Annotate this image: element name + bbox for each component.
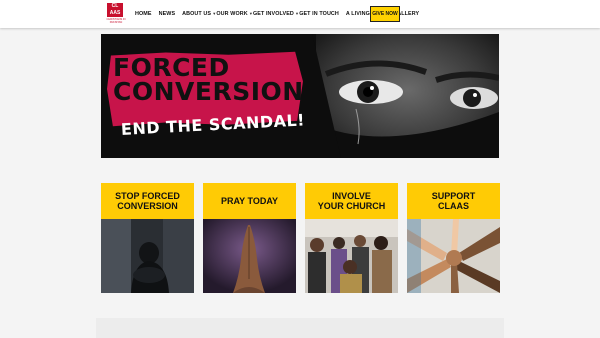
card-line2: CLAAS <box>437 201 469 211</box>
praying-hands-photo[interactable] <box>203 219 296 293</box>
girl-sitting-image <box>101 219 194 293</box>
congregation-photo[interactable] <box>305 219 398 293</box>
card-pray-today[interactable]: PRAY TODAY <box>203 183 296 293</box>
card-support-claas[interactable]: SUPPORT CLAAS <box>407 183 500 293</box>
card-line1: STOP FORCED <box>115 191 180 201</box>
nav-get-in-touch[interactable]: GET IN TOUCH <box>299 11 339 17</box>
card-line1: PRAY TODAY <box>220 196 279 206</box>
nav-our-work[interactable]: OUR WORK <box>216 11 247 17</box>
hero-title: FORCED CONVERSION <box>113 55 304 106</box>
nav-about-us[interactable]: ABOUT US <box>182 11 211 17</box>
card-heading[interactable]: STOP FORCED CONVERSION <box>101 183 194 219</box>
crying-eyes-photo <box>316 34 499 158</box>
praying-hands-image <box>203 219 296 293</box>
top-navigation-bar: CL AAS CHRISTIANS IN PAKISTAN HOME NEWS … <box>0 0 600 28</box>
give-now-button[interactable]: GIVE NOW <box>370 6 400 22</box>
stacked-hands-photo[interactable] <box>407 219 500 293</box>
chevron-down-icon[interactable]: ▾ <box>213 11 215 17</box>
card-line1: SUPPORT <box>431 191 476 201</box>
stacked-hands-image <box>407 219 500 293</box>
nav-home[interactable]: HOME <box>135 11 152 17</box>
card-heading[interactable]: SUPPORT CLAAS <box>407 183 500 219</box>
chevron-down-icon[interactable]: ▾ <box>296 11 298 17</box>
card-involve-your-church[interactable]: INVOLVE YOUR CHURCH <box>305 183 398 293</box>
footer-section <box>96 318 504 338</box>
nav-news[interactable]: NEWS <box>159 11 176 17</box>
card-heading[interactable]: INVOLVE YOUR CHURCH <box>305 183 398 219</box>
card-stop-forced-conversion[interactable]: STOP FORCED CONVERSION <box>101 183 194 293</box>
claas-logo[interactable]: CL AAS CHRISTIANS IN PAKISTAN <box>101 3 131 25</box>
hero-banner[interactable]: FORCED CONVERSION END THE SCANDAL! <box>101 34 499 158</box>
congregation-image <box>305 219 398 293</box>
nav-get-involved[interactable]: GET INVOLVED <box>253 11 294 17</box>
hero-title-line2: CONVERSION <box>113 77 304 106</box>
card-heading[interactable]: PRAY TODAY <box>203 183 296 219</box>
logo-tagline: CHRISTIANS IN PAKISTAN <box>106 18 126 24</box>
logo-mark: CL AAS <box>107 3 123 17</box>
girl-sitting-photo[interactable] <box>101 219 194 293</box>
card-line2: YOUR CHURCH <box>317 201 386 211</box>
chevron-down-icon[interactable]: ▾ <box>250 11 252 17</box>
card-line2: CONVERSION <box>117 201 178 211</box>
card-line1: INVOLVE <box>332 191 371 201</box>
